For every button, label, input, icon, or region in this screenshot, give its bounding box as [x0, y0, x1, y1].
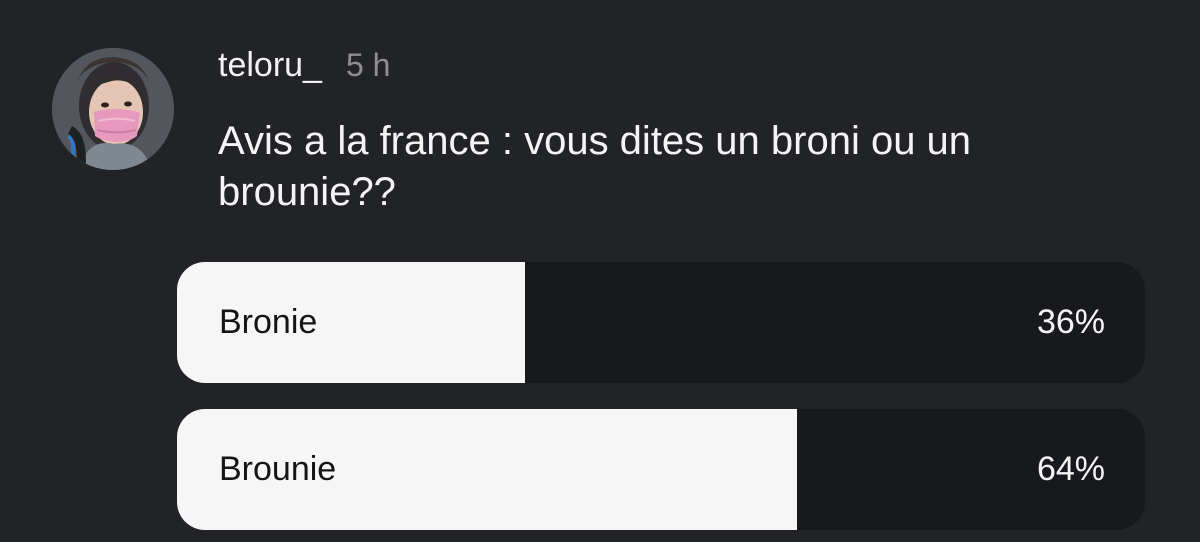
poll-option-bronie[interactable]: Bronie 36% — [177, 262, 1145, 383]
post-time: 5 h — [345, 47, 391, 83]
avatar[interactable] — [52, 48, 174, 170]
poll-post: teloru_ 5 h Avis a la france : vous dite… — [0, 0, 1200, 542]
poll-option-label-brounie: Brounie — [219, 450, 337, 488]
poll-option-label-bronie: Bronie — [219, 303, 318, 341]
profile-photo-icon — [52, 48, 174, 170]
poll-percent-brounie: 64% — [1036, 450, 1105, 488]
poll-option-brounie[interactable]: Brounie 64% — [177, 409, 1145, 530]
poll-question: Avis a la france : vous dites un broni o… — [218, 119, 972, 214]
poll-percent-bronie: 36% — [1036, 303, 1105, 341]
post-meta: teloru_ 5 h — [218, 46, 390, 90]
username[interactable]: teloru_ — [218, 46, 322, 85]
